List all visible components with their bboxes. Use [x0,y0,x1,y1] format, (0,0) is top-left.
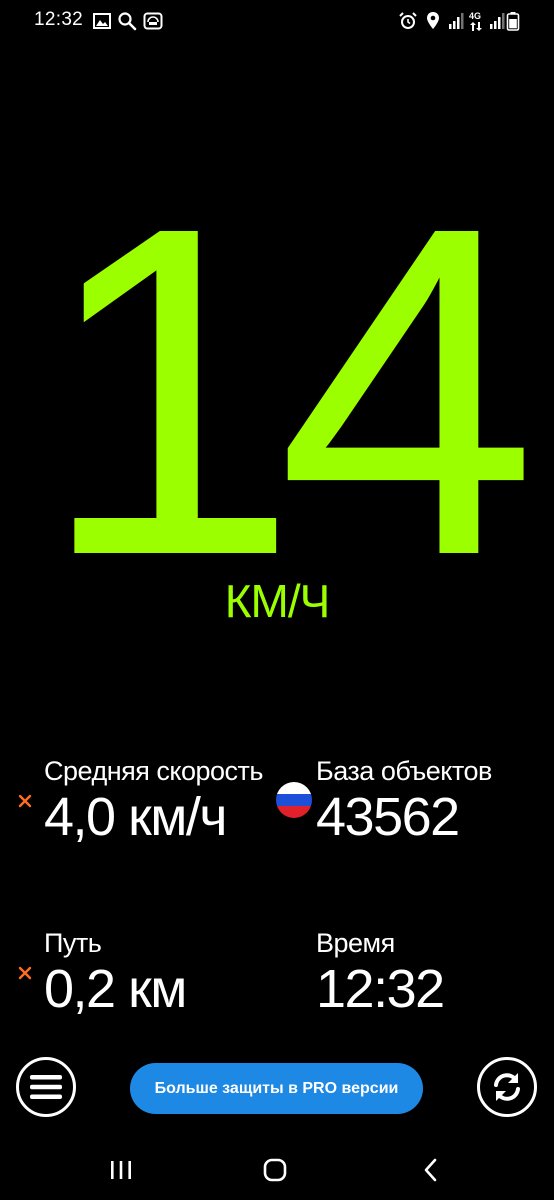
signal-icon [449,13,464,29]
battery-icon [506,12,520,31]
signal-icon-2 [490,13,505,29]
data-arrows-icon [470,22,482,31]
distance-value: 0,2 км [44,959,187,1019]
refresh-icon [494,1073,520,1101]
distance-label: Путь [44,928,102,958]
status-time: 12:32 [34,9,84,30]
alarm-icon [399,12,417,29]
current-speed: 14 [38,130,538,653]
network-type: 4G [469,11,482,21]
menu-button[interactable] [16,1057,76,1117]
avg-speed-label: Средняя скорость [44,756,263,786]
gallery-icon [93,13,111,29]
location-icon [427,12,439,29]
speed-unit: КМ/Ч [224,575,331,627]
home-icon[interactable] [260,1155,290,1185]
refresh-button[interactable] [477,1057,537,1117]
search-icon [118,12,137,31]
time-value: 12:32 [316,959,445,1019]
reset-avg-speed-icon[interactable] [18,794,32,808]
database-value: 43562 [316,787,460,847]
avg-speed-value: 4,0 км/ч [44,787,227,847]
status-bar: 12:32 4G [0,0,554,42]
russia-flag-icon [276,782,312,818]
database-label: База объектов [316,756,492,786]
radar-app-icon [143,12,163,30]
pro-version-button[interactable]: Больше защиты в PRO версии [130,1063,423,1114]
back-icon[interactable] [416,1155,446,1185]
reset-distance-icon[interactable] [18,966,32,980]
time-label: Время [316,928,395,958]
recent-apps-icon[interactable] [106,1155,136,1185]
hamburger-menu-icon [30,1075,62,1099]
